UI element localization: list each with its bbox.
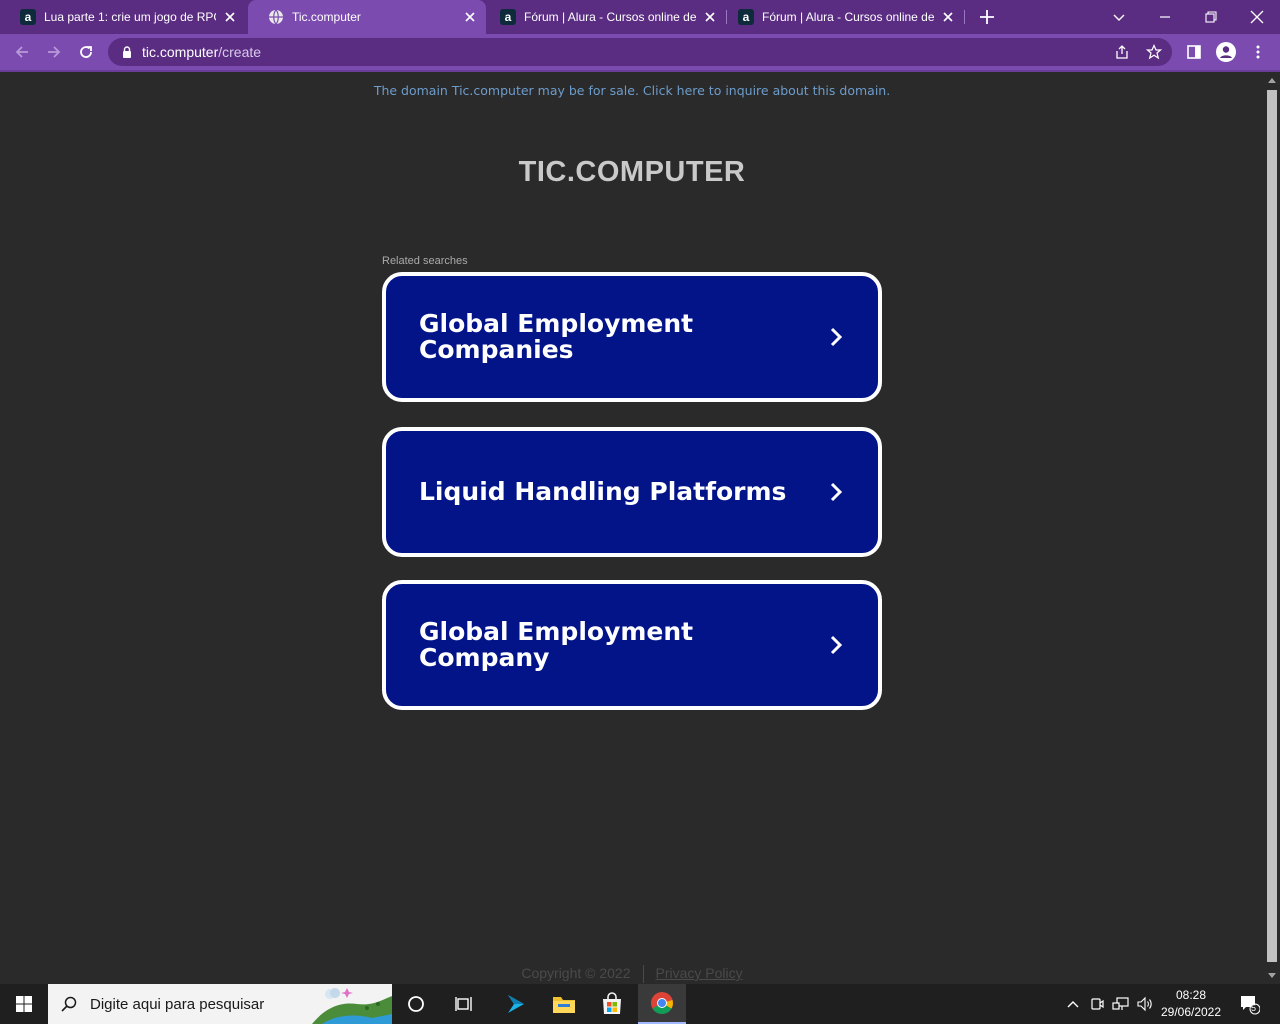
chevron-right-icon	[830, 482, 843, 502]
tray-overflow-chevron-icon[interactable]	[1062, 984, 1084, 1024]
footer-divider	[642, 965, 644, 984]
tab-forum-alura-2[interactable]: a Fórum | Alura - Cursos online de	[718, 0, 964, 34]
related-searches-label: Related searches	[382, 255, 468, 267]
tab-forum-alura-1[interactable]: a Fórum | Alura - Cursos online de	[480, 0, 726, 34]
url-path: /create	[218, 44, 262, 60]
alura-icon: a	[500, 9, 516, 25]
meet-now-icon[interactable]	[1087, 984, 1107, 1024]
tab-title: Tic.computer	[292, 10, 361, 24]
clock-date: 29/06/2022	[1160, 1005, 1222, 1019]
vertical-scrollbar[interactable]	[1264, 72, 1280, 984]
close-icon[interactable]	[462, 9, 478, 25]
volume-icon[interactable]	[1134, 984, 1156, 1024]
related-search-label: Global Employment Company	[419, 617, 694, 672]
page-content: The domain Tic.computer may be for sale.…	[0, 72, 1264, 984]
forward-arrow-icon[interactable]	[42, 40, 66, 64]
more-menu-icon[interactable]	[1246, 40, 1270, 64]
notification-count-badge: 5	[1251, 1003, 1257, 1013]
clock-time: 08:28	[1175, 988, 1207, 1002]
url-host: tic.computer	[142, 44, 219, 60]
page-title: TIC.COMPUTER	[518, 156, 746, 188]
tab-separator	[964, 10, 965, 24]
chevron-right-icon	[830, 635, 843, 655]
windows-taskbar: Digite aqui para pesquisar 08:28 29/06/2…	[0, 984, 1280, 1024]
restore-icon[interactable]	[1188, 0, 1234, 34]
side-panel-icon[interactable]	[1182, 40, 1206, 64]
chevron-right-icon	[830, 327, 843, 347]
alura-icon: a	[20, 9, 36, 25]
taskbar-search-placeholder: Digite aqui para pesquisar	[90, 995, 265, 1013]
file-explorer-icon[interactable]	[540, 984, 588, 1024]
task-view-icon[interactable]	[440, 984, 488, 1024]
tab-lua[interactable]: a Lua parte 1: crie um jogo de RPG	[0, 0, 246, 34]
new-tab-plus-icon[interactable]	[977, 7, 997, 27]
related-search-label: Liquid Handling Platforms	[419, 477, 787, 506]
taskbar-clock[interactable]: 08:28 29/06/2022	[1158, 987, 1224, 1021]
browser-toolbar: tic.computer/create	[0, 34, 1280, 70]
lock-icon[interactable]	[120, 45, 134, 59]
related-search-link[interactable]: Global Employment Companies	[382, 272, 882, 402]
copyright-text: Copyright © 2022	[521, 965, 631, 981]
scrollbar-thumb[interactable]	[1267, 90, 1277, 962]
share-icon[interactable]	[1110, 40, 1134, 64]
tab-strip: a Lua parte 1: crie um jogo de RPG Tic.c…	[0, 0, 1280, 34]
profile-avatar-icon[interactable]	[1214, 40, 1238, 64]
privacy-policy-link[interactable]: Privacy Policy	[656, 965, 743, 981]
address-url: tic.computer/create	[142, 44, 261, 60]
page-footer: Copyright © 2022 Privacy Policy	[0, 965, 1264, 984]
related-search-label: Global Employment Companies	[419, 309, 694, 364]
tab-search-chevron-icon[interactable]	[1096, 0, 1142, 34]
address-bar[interactable]: tic.computer/create	[108, 38, 1172, 66]
scroll-up-arrow-icon[interactable]	[1268, 78, 1276, 83]
close-icon[interactable]	[940, 9, 956, 25]
back-arrow-icon[interactable]	[10, 40, 34, 64]
related-search-link[interactable]: Liquid Handling Platforms	[382, 427, 882, 557]
minimize-icon[interactable]	[1142, 0, 1188, 34]
tab-title: Fórum | Alura - Cursos online de	[524, 10, 696, 24]
microsoft-store-icon[interactable]	[588, 984, 636, 1024]
tab-tic-computer[interactable]: Tic.computer	[248, 0, 486, 34]
reload-icon[interactable]	[74, 40, 98, 64]
scroll-down-arrow-icon[interactable]	[1268, 973, 1276, 978]
tab-title: Fórum | Alura - Cursos online de	[762, 10, 934, 24]
alura-icon: a	[738, 9, 754, 25]
close-window-icon[interactable]	[1234, 0, 1280, 34]
related-search-link[interactable]: Global Employment Company	[382, 580, 882, 710]
network-icon[interactable]	[1110, 984, 1132, 1024]
globe-icon	[268, 9, 284, 25]
domain-sale-link[interactable]: The domain Tic.computer may be for sale.…	[0, 83, 1264, 98]
close-icon[interactable]	[702, 9, 718, 25]
search-icon	[61, 996, 77, 1012]
search-highlight-illustration	[312, 988, 392, 1024]
close-icon[interactable]	[222, 9, 238, 25]
cortana-circle-icon[interactable]	[392, 984, 440, 1024]
taskbar-search-box[interactable]: Digite aqui para pesquisar	[48, 984, 392, 1024]
tab-title: Lua parte 1: crie um jogo de RPG	[44, 10, 216, 24]
app-arrow-icon[interactable]	[492, 984, 540, 1024]
chrome-icon[interactable]	[638, 984, 686, 1024]
bookmark-star-icon[interactable]	[1142, 40, 1166, 64]
notification-center-icon[interactable]: 5	[1234, 984, 1264, 1024]
windows-start-icon[interactable]	[0, 984, 48, 1024]
